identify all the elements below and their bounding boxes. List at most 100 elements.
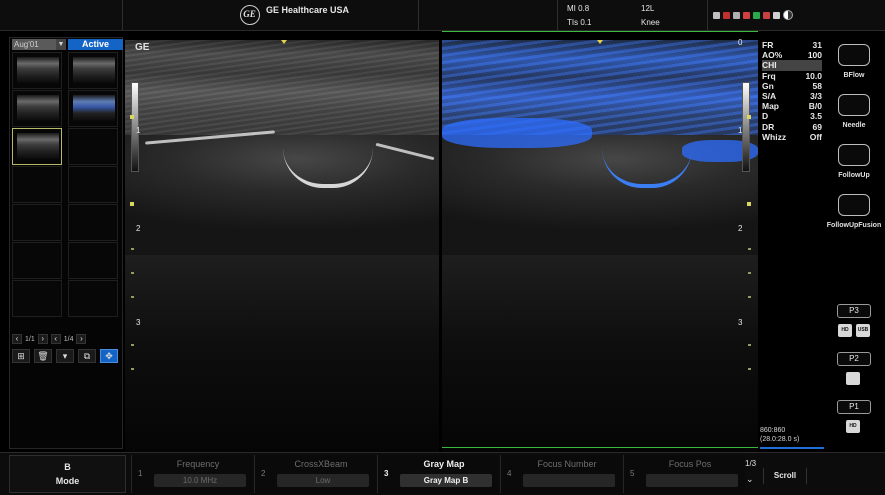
param-chi: CHI	[762, 60, 822, 71]
divider	[707, 0, 708, 31]
share-icon	[753, 11, 760, 19]
battery-icon	[773, 11, 780, 19]
mode-title: B	[64, 462, 71, 472]
depth-label: 3	[738, 318, 743, 327]
knob-frequency[interactable]: 1 Frequency 10.0 MHz	[131, 455, 253, 493]
thumbnail-slot[interactable]	[68, 204, 118, 241]
depth-tick	[748, 272, 751, 274]
bflow-button[interactable]	[838, 44, 870, 66]
depth-tick	[131, 296, 134, 298]
move-icon[interactable]: ✥	[100, 349, 118, 363]
thumbnail-panel: Aug'01 ▼ Active ‹ 1/1 › ‹ 1/4 › ⊞ 🗑 ▾ ⧉ …	[9, 37, 123, 449]
hd-icon: HD	[846, 420, 860, 433]
thumbnail-slot[interactable]	[68, 166, 118, 203]
thumbnail-image[interactable]	[12, 52, 62, 89]
thumbnail-slot[interactable]	[12, 166, 62, 203]
depth-label: 2	[136, 224, 141, 233]
network-icon	[723, 11, 730, 19]
bottom-control-bar: B Mode 1 Frequency 10.0 MHz 2 CrossXBeam…	[0, 452, 885, 495]
followup-button[interactable]	[838, 144, 870, 166]
param-ao: AO% 100	[762, 50, 822, 61]
depth-tick	[748, 296, 751, 298]
chevron-down-icon: ▼	[56, 39, 66, 50]
thumbnail-slot[interactable]	[12, 242, 62, 279]
export-icon[interactable]: ⧉	[78, 349, 96, 363]
param-whizz: Whizz Off	[762, 131, 822, 142]
wifi-icon	[733, 11, 740, 19]
knob-focus-pos[interactable]: 5 Focus Pos	[623, 455, 745, 493]
thumbnail-slot[interactable]	[12, 204, 62, 241]
exam-date-select[interactable]: Aug'01 ▼	[12, 39, 66, 50]
thumbnail-image-selected[interactable]	[12, 128, 62, 165]
thumbnail-image[interactable]	[68, 52, 118, 89]
thumbnail-slot[interactable]	[12, 280, 62, 317]
mi-value: MI 0.8	[567, 4, 590, 13]
page-indicator: 1/1	[25, 335, 35, 343]
depth-tick	[131, 248, 134, 250]
knob-crossxbeam[interactable]: 2 CrossXBeam Low	[254, 455, 376, 493]
focus-marker-icon	[281, 40, 287, 44]
next-exam-icon[interactable]: ›	[76, 334, 87, 344]
followup-fusion-button[interactable]	[838, 194, 870, 216]
depth-label: 2	[738, 224, 743, 233]
param-sa: S/A 3/3	[762, 90, 822, 101]
imaging-parameters: FR 31 AO% 100 CHI Frq 10.0 Gn 58 S/A 3/3 Map B…	[762, 40, 822, 142]
chevron-down-icon[interactable]: ⌄	[746, 474, 754, 485]
hd-icon: HD	[838, 324, 852, 337]
depth-label: 0	[738, 38, 743, 47]
depth-tick	[748, 248, 751, 250]
brightness-icon[interactable]	[783, 10, 793, 20]
probe-name: 12L	[641, 4, 655, 13]
focus-marker-icon	[597, 40, 603, 44]
usb-icon: USB	[856, 324, 870, 337]
knob-gray-map[interactable]: 3 Gray Map Gray Map B	[377, 455, 499, 493]
printer-icon	[763, 11, 770, 19]
param-d: D 3.5	[762, 111, 822, 122]
depth-tick	[748, 344, 751, 346]
p1-button[interactable]: P1	[837, 400, 871, 414]
save-icon[interactable]: ▾	[56, 349, 74, 363]
ge-logo-icon: GE	[240, 5, 260, 25]
prev-page-icon[interactable]: ‹	[12, 334, 22, 344]
thumbnail-image[interactable]	[68, 90, 118, 127]
delete-icon[interactable]: 🗑	[34, 349, 52, 363]
param-gn: Gn 58	[762, 80, 822, 91]
followup-fusion-label: FollowUpFusion	[826, 222, 882, 229]
thumbnail-slot[interactable]	[68, 242, 118, 279]
thumbnail-image[interactable]	[12, 90, 62, 127]
knob-focus-number[interactable]: 4 Focus Number	[500, 455, 622, 493]
p2-button[interactable]: P2	[837, 352, 871, 366]
cine-progress-bar[interactable]	[760, 447, 824, 449]
thumbnail-slot[interactable]	[68, 280, 118, 317]
mode-button[interactable]: B Mode	[9, 455, 126, 493]
bflow-label: BFlow	[843, 72, 865, 79]
ultrasound-image-bflow[interactable]	[442, 40, 758, 452]
prev-exam-icon[interactable]: ‹	[50, 334, 61, 344]
focus-dot	[130, 115, 134, 119]
depth-tick	[748, 368, 751, 370]
cine-frames: 860:860	[760, 427, 786, 434]
top-status-bar: GE GE Healthcare USA MI 0.8 TIs 0.1 12L …	[0, 0, 885, 31]
param-map: Map B/0	[762, 101, 822, 112]
ultrasound-image-bmode[interactable]	[125, 40, 439, 452]
thumbnail-slot[interactable]	[68, 128, 118, 165]
system-status-icons	[713, 10, 793, 20]
grid-view-icon[interactable]: ⊞	[12, 349, 30, 363]
active-tab[interactable]: Active	[68, 39, 123, 50]
p3-button[interactable]: P3	[837, 304, 871, 318]
thumbnail-toolbar: ⊞ 🗑 ▾ ⧉ ✥	[12, 349, 118, 363]
focus-dot	[130, 202, 134, 206]
depth-label: 1	[136, 126, 141, 135]
next-page-icon[interactable]: ›	[37, 334, 48, 344]
roi-top-line	[442, 31, 758, 32]
roi-bottom-line	[442, 447, 758, 448]
depth-label: 1	[738, 126, 743, 135]
divider	[418, 0, 419, 31]
scroll-button[interactable]: Scroll	[763, 468, 807, 484]
grayscale-bar	[742, 82, 750, 172]
needle-button[interactable]	[838, 94, 870, 116]
focus-dot	[747, 115, 751, 119]
divider	[557, 0, 558, 31]
needle-label: Needle	[842, 122, 866, 129]
exam-indicator: 1/4	[63, 335, 74, 343]
